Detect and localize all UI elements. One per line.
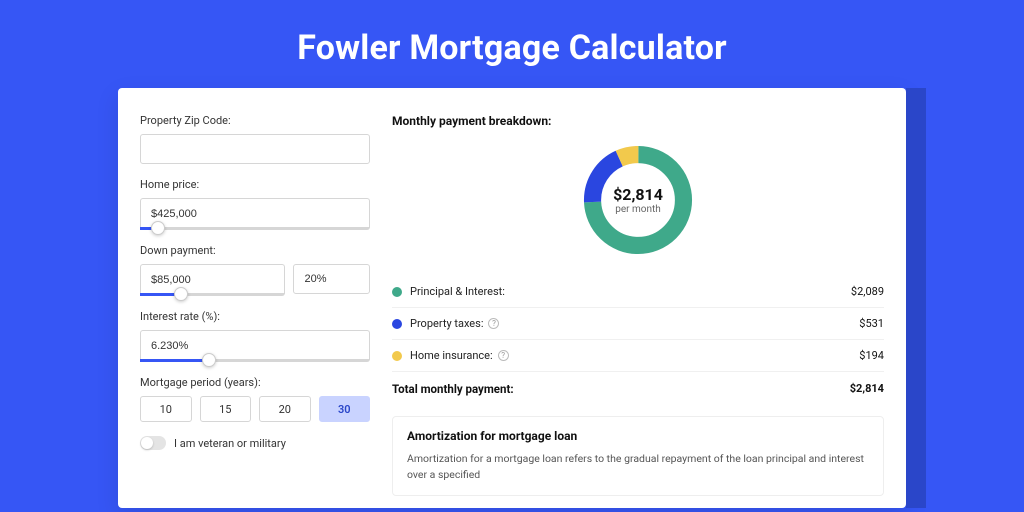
inputs-panel: Property Zip Code: Home price: Down paym… — [140, 114, 378, 508]
field-period: Mortgage period (years): 10 15 20 30 — [140, 376, 370, 422]
zip-input[interactable] — [140, 134, 370, 164]
legend-row-insurance: Home insurance: ? $194 — [392, 340, 884, 372]
breakdown-heading: Monthly payment breakdown: — [392, 114, 884, 128]
calculator-card: Property Zip Code: Home price: Down paym… — [118, 88, 906, 508]
period-label: Mortgage period (years): — [140, 376, 370, 389]
amortization-heading: Amortization for mortgage loan — [407, 429, 869, 443]
down-payment-amount-input[interactable] — [140, 264, 285, 294]
home-price-input[interactable] — [140, 198, 370, 228]
page-title: Fowler Mortgage Calculator — [0, 0, 1024, 88]
legend-label: Principal & Interest: — [410, 285, 851, 298]
donut-center: $2,814 per month — [578, 140, 698, 260]
legend-value: $194 — [859, 349, 884, 362]
field-zip: Property Zip Code: — [140, 114, 370, 164]
results-panel: Monthly payment breakdown: $2,814 per mo… — [378, 114, 884, 508]
interest-rate-input[interactable] — [140, 330, 370, 360]
zip-label: Property Zip Code: — [140, 114, 370, 127]
legend-row-principal: Principal & Interest: $2,089 — [392, 276, 884, 308]
decorative-strip — [906, 88, 926, 508]
amortization-body: Amortization for a mortgage loan refers … — [407, 451, 869, 483]
legend-row-taxes: Property taxes: ? $531 — [392, 308, 884, 340]
total-label: Total monthly payment: — [392, 382, 850, 396]
home-price-label: Home price: — [140, 178, 370, 191]
legend-label: Property taxes: ? — [410, 317, 859, 330]
interest-rate-slider-thumb[interactable] — [202, 353, 216, 367]
down-payment-slider-thumb[interactable] — [174, 287, 188, 301]
field-home-price: Home price: — [140, 178, 370, 230]
dot-icon — [392, 287, 402, 297]
legend-text: Home insurance: — [410, 349, 493, 362]
interest-rate-label: Interest rate (%): — [140, 310, 370, 323]
period-option-20[interactable]: 20 — [259, 396, 311, 422]
dot-icon — [392, 351, 402, 361]
period-options: 10 15 20 30 — [140, 396, 370, 422]
amortization-box: Amortization for mortgage loan Amortizat… — [392, 416, 884, 496]
down-payment-label: Down payment: — [140, 244, 370, 257]
period-option-10[interactable]: 10 — [140, 396, 192, 422]
legend-text: Property taxes: — [410, 317, 483, 330]
donut-chart: $2,814 per month — [578, 140, 698, 260]
total-value: $2,814 — [850, 382, 884, 396]
total-row: Total monthly payment: $2,814 — [392, 372, 884, 410]
dot-icon — [392, 319, 402, 329]
info-icon[interactable]: ? — [488, 318, 499, 329]
field-interest-rate: Interest rate (%): — [140, 310, 370, 362]
down-payment-slider[interactable] — [140, 293, 285, 296]
down-payment-percent-input[interactable] — [293, 264, 370, 294]
veteran-toggle-row: I am veteran or military — [140, 436, 370, 450]
info-icon[interactable]: ? — [498, 350, 509, 361]
legend-value: $531 — [859, 317, 884, 330]
legend-value: $2,089 — [851, 285, 884, 298]
field-down-payment: Down payment: — [140, 244, 370, 296]
home-price-slider-thumb[interactable] — [151, 221, 165, 235]
period-option-15[interactable]: 15 — [200, 396, 252, 422]
veteran-toggle-label: I am veteran or military — [174, 437, 286, 450]
period-option-30[interactable]: 30 — [319, 396, 371, 422]
interest-rate-slider[interactable] — [140, 359, 370, 362]
veteran-toggle[interactable] — [140, 436, 166, 450]
donut-center-amount: $2,814 — [613, 185, 663, 204]
legend-text: Principal & Interest: — [410, 285, 505, 298]
donut-center-sub: per month — [615, 204, 661, 215]
legend-label: Home insurance: ? — [410, 349, 859, 362]
home-price-slider[interactable] — [140, 227, 370, 230]
donut-chart-wrap: $2,814 per month — [392, 140, 884, 260]
